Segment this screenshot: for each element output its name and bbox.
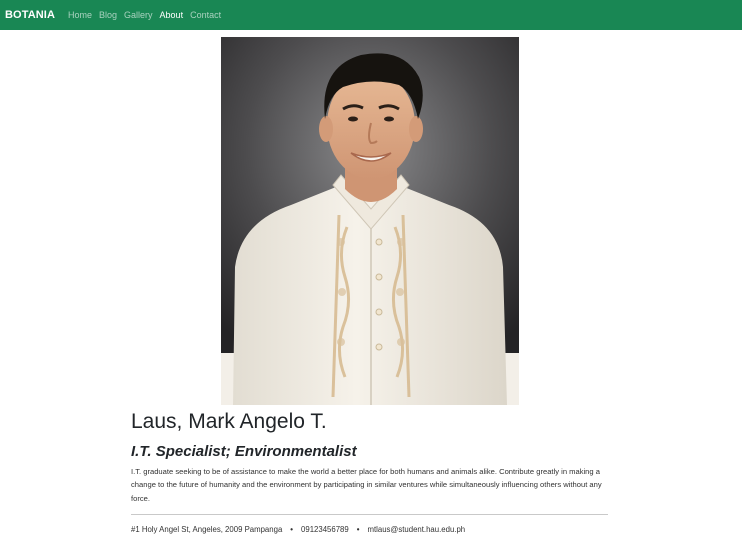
nav-links: Home Blog Gallery About Contact xyxy=(68,10,221,20)
nav-link-blog[interactable]: Blog xyxy=(99,10,117,20)
contact-separator: • xyxy=(290,525,294,534)
profile-title: I.T. Specialist; Environmentalist xyxy=(131,443,357,460)
contact-phone: 09123456789 xyxy=(301,525,349,534)
navbar: BOTANIA Home Blog Gallery About Contact xyxy=(0,0,742,30)
nav-link-about[interactable]: About xyxy=(160,10,184,20)
nav-link-gallery[interactable]: Gallery xyxy=(124,10,153,20)
contact-email[interactable]: mtlaus@student.hau.edu.ph xyxy=(367,525,465,534)
brand-logo[interactable]: BOTANIA xyxy=(5,9,55,21)
contact-info: #1 Holy Angel St, Angeles, 2009 Pampanga… xyxy=(131,525,465,534)
profile-bio: I.T. graduate seeking to be of assistanc… xyxy=(131,467,602,503)
contact-separator: • xyxy=(356,525,360,534)
nav-link-contact[interactable]: Contact xyxy=(190,10,221,20)
profile-photo xyxy=(221,37,519,405)
divider xyxy=(131,514,608,515)
contact-address: #1 Holy Angel St, Angeles, 2009 Pampanga xyxy=(131,525,283,534)
profile-name: Laus, Mark Angelo T. xyxy=(131,410,327,433)
nav-link-home[interactable]: Home xyxy=(68,10,92,20)
